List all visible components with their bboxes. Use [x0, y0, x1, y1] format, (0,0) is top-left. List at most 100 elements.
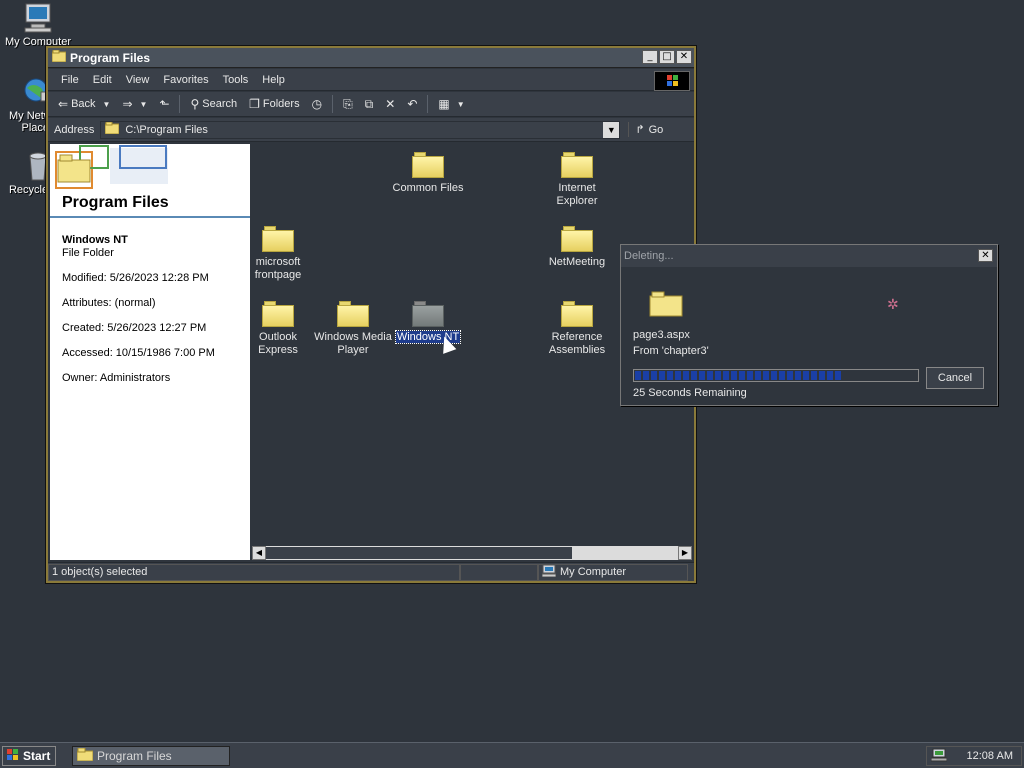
delete-button[interactable]: ✕: [381, 95, 399, 113]
windows-logo-icon: [6, 748, 20, 765]
views-button[interactable]: ▦ ▼: [434, 95, 468, 113]
chevron-down-icon[interactable]: ▼: [457, 100, 465, 109]
folder-icon: [561, 301, 593, 327]
toolbar: ⇐ Back ▼ ⇒ ▼ ⬑ ⚲ Search ❐ Folders ◷ ⎘ ⧉ …: [48, 92, 694, 117]
info-title: Program Files: [62, 194, 169, 211]
menu-file[interactable]: File: [54, 74, 86, 86]
file-name: Outlook Express: [258, 331, 298, 356]
menu-view[interactable]: View: [119, 74, 157, 86]
address-value: C:\Program Files: [125, 123, 208, 136]
status-bar: 1 object(s) selected My Computer: [48, 562, 694, 581]
back-arrow-icon: ⇐: [58, 97, 69, 111]
deleting-dialog: Deleting... ✕ ✲ page3.aspx From 'chapter…: [620, 244, 998, 406]
windows-logo-icon: [654, 71, 690, 91]
menu-tools[interactable]: Tools: [216, 74, 256, 86]
folder-icon: [561, 152, 593, 178]
go-button[interactable]: ↱ Go: [628, 122, 669, 137]
delete-icon: ✕: [385, 97, 396, 111]
up-folder-button[interactable]: ⬑: [155, 95, 173, 113]
file-item-reference-assemblies[interactable]: Reference Assemblies: [537, 301, 617, 357]
selected-type: File Folder: [62, 247, 114, 259]
delete-progress-bar: [633, 369, 919, 382]
minimize-button[interactable]: _: [642, 50, 658, 64]
folder-icon: [51, 49, 67, 65]
modified-text: Modified: 5/26/2023 12:28 PM: [62, 272, 209, 284]
info-pane: Program Files Windows NT File Folder Mod…: [50, 144, 250, 560]
address-input[interactable]: C:\Program Files ▼: [100, 120, 621, 139]
folder-icon: [649, 291, 683, 320]
horizontal-scrollbar[interactable]: ◀ ▶: [252, 546, 692, 560]
scroll-right-arrow-icon[interactable]: ▶: [678, 546, 692, 560]
taskbar: Start Program Files 12:08 AM: [0, 742, 1024, 768]
taskbar-item-label: Program Files: [97, 749, 172, 763]
folder-banner-graphic: [50, 144, 250, 200]
move-to-icon: ⎘: [343, 96, 353, 111]
search-icon: ⚲: [190, 97, 200, 111]
maximize-button[interactable]: □: [659, 50, 675, 64]
history-icon: ◷: [311, 97, 323, 111]
folder-icon: [104, 121, 120, 137]
history-button[interactable]: ◷: [308, 95, 326, 113]
scroll-left-arrow-icon[interactable]: ◀: [252, 546, 266, 560]
info-divider: [50, 216, 250, 218]
status-selection: 1 object(s) selected: [48, 563, 460, 581]
owner-text: Owner: Administrators: [62, 372, 171, 384]
folders-label: Folders: [262, 98, 300, 110]
deleting-file-name: page3.aspx: [633, 329, 690, 341]
file-name: Reference Assemblies: [548, 331, 606, 356]
window-titlebar[interactable]: Program Files _ □ ✕: [48, 48, 694, 68]
copy-to-button[interactable]: ⧉: [361, 95, 378, 114]
file-name: NetMeeting: [548, 256, 606, 268]
taskbar-item-program-files[interactable]: Program Files: [72, 746, 230, 766]
close-button[interactable]: ✕: [676, 50, 692, 64]
cancel-button[interactable]: Cancel: [926, 367, 984, 389]
file-item-outlook-express[interactable]: Outlook Express: [238, 301, 318, 357]
back-button[interactable]: ⇐ Back ▼: [54, 95, 114, 113]
folder-icon: [561, 226, 593, 252]
menu-favorites[interactable]: Favorites: [156, 74, 215, 86]
menu-edit[interactable]: Edit: [86, 74, 119, 86]
network-tray-icon[interactable]: [930, 748, 948, 765]
address-bar: Address C:\Program Files ▼ ↱ Go: [48, 118, 694, 142]
file-item-common-files[interactable]: Common Files: [388, 152, 468, 195]
chevron-down-icon[interactable]: ▼: [603, 121, 620, 138]
undo-button[interactable]: ↶: [403, 95, 421, 113]
folder-icon: [337, 301, 369, 327]
dialog-titlebar[interactable]: Deleting...: [621, 245, 997, 267]
menu-help[interactable]: Help: [255, 74, 292, 86]
scrollbar-track[interactable]: [266, 547, 572, 559]
search-button[interactable]: ⚲ Search: [186, 95, 241, 113]
dialog-title: Deleting...: [624, 250, 674, 262]
forward-arrow-icon: ⇒: [122, 97, 133, 111]
time-remaining: 25 Seconds Remaining: [633, 387, 747, 399]
dialog-close-button[interactable]: ✕: [978, 249, 993, 262]
file-item-windows-media-player[interactable]: Windows Media Player: [313, 301, 393, 357]
file-name: Internet Explorer: [556, 182, 598, 207]
deleting-source: From 'chapter3': [633, 345, 709, 357]
my-computer-icon: [541, 564, 557, 580]
desktop-icon-my-computer[interactable]: My Computer: [0, 2, 76, 48]
search-label: Search: [202, 98, 238, 110]
folders-icon: ❐: [249, 97, 260, 111]
file-name: microsoft frontpage: [254, 256, 302, 281]
move-to-button[interactable]: ⎘: [339, 95, 357, 114]
file-item-microsoft-frontpage[interactable]: microsoft frontpage: [238, 226, 318, 282]
recycle-animation-icon: ✲: [887, 297, 899, 313]
file-item-windows-nt[interactable]: Windows NT: [388, 301, 468, 344]
start-button[interactable]: Start: [2, 746, 56, 766]
forward-button[interactable]: ⇒ ▼: [118, 95, 151, 113]
file-item-internet-explorer[interactable]: Internet Explorer: [537, 152, 617, 208]
clock: 12:08 AM: [966, 750, 1013, 762]
folders-button[interactable]: ❐ Folders: [245, 95, 303, 113]
folder-icon: [262, 301, 294, 327]
status-empty-panel: [460, 563, 538, 581]
chevron-down-icon[interactable]: ▼: [103, 100, 111, 109]
window-title: Program Files: [70, 50, 151, 65]
attributes-text: Attributes: (normal): [62, 297, 156, 309]
file-item-netmeeting[interactable]: NetMeeting: [537, 226, 617, 269]
created-text: Created: 5/26/2023 12:27 PM: [62, 322, 207, 334]
toolbar-divider: [179, 95, 181, 113]
chevron-down-icon[interactable]: ▼: [140, 100, 148, 109]
folder-icon: [76, 747, 94, 764]
selected-name: Windows NT: [62, 234, 128, 246]
